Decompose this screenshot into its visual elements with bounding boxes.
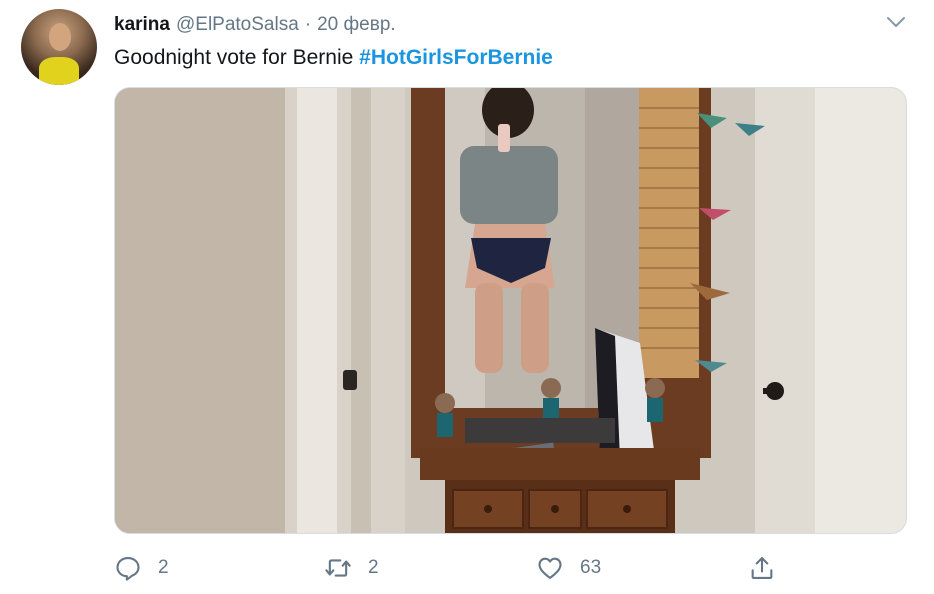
share-button[interactable] xyxy=(748,552,792,584)
hashtag-link[interactable]: #HotGirlsForBernie xyxy=(359,46,553,69)
reply-icon xyxy=(114,554,142,582)
share-icon xyxy=(748,554,776,582)
avatar-swimsuit xyxy=(39,57,79,85)
photo-illustration xyxy=(115,88,906,533)
avatar-face xyxy=(49,23,71,51)
tweet-text: Goodnight vote for Bernie #HotGirlsForBe… xyxy=(114,44,553,72)
tweet-photo[interactable] xyxy=(114,87,907,534)
tweet-header: karina @ElPatoSalsa · 20 февр. xyxy=(114,12,396,38)
author-name[interactable]: karina xyxy=(114,14,170,36)
reply-count: 2 xyxy=(158,557,169,578)
tweet-date[interactable]: 20 февр. xyxy=(317,14,396,36)
like-button[interactable]: 63 xyxy=(536,552,601,584)
like-count: 63 xyxy=(580,557,602,578)
tweet-body: Goodnight vote for Bernie xyxy=(114,46,360,69)
tweet-actions: 2 2 63 xyxy=(114,552,907,584)
reply-button[interactable]: 2 xyxy=(114,552,169,584)
avatar[interactable] xyxy=(21,9,97,85)
tweet: karina @ElPatoSalsa · 20 февр. Goodnight… xyxy=(0,0,934,594)
heart-icon xyxy=(536,554,564,582)
chevron-down-icon[interactable] xyxy=(884,10,908,34)
author-handle[interactable]: @ElPatoSalsa xyxy=(176,14,299,36)
retweet-icon xyxy=(324,554,352,582)
retweet-button[interactable]: 2 xyxy=(324,552,379,584)
header-separator: · xyxy=(304,14,312,35)
retweet-count: 2 xyxy=(368,557,379,578)
